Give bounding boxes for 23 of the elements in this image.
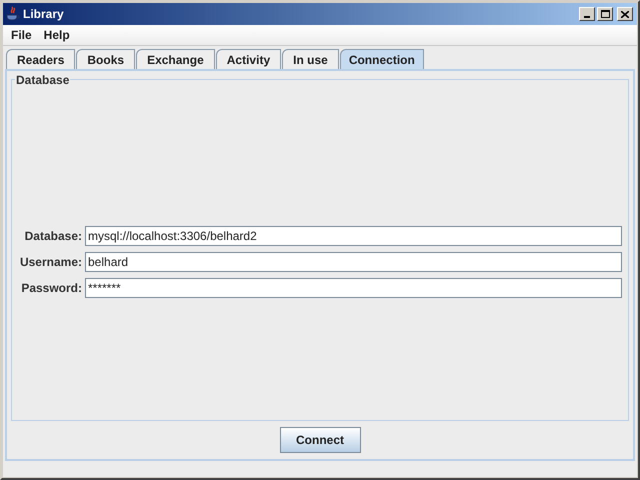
menu-item[interactable]: Help [38,26,76,44]
menu-item[interactable]: File [5,26,38,44]
input-field[interactable]: belhard [85,252,622,272]
tab[interactable]: Books [76,49,136,69]
connect-button[interactable]: Connect [280,427,360,453]
field-label: Database: [24,228,82,245]
coffee-cup-icon [6,6,20,22]
maximize-button[interactable] [597,7,613,21]
close-icon [621,10,629,18]
tab[interactable]: Readers [6,49,76,69]
field-label: Password: [20,280,82,297]
field-label: Username: [18,254,82,271]
minimize-button[interactable] [579,7,595,21]
minimize-icon [584,16,590,18]
tab[interactable]: In use [282,49,339,69]
tab[interactable]: Connection [340,49,424,70]
window-title: Library [23,6,65,23]
tab[interactable]: Activity [216,49,282,69]
tab[interactable]: Exchange [136,49,215,69]
input-field[interactable]: mysql://localhost:3306/belhard2 [85,226,622,246]
maximize-icon [600,10,610,18]
input-field[interactable]: ******* [85,278,622,298]
close-button[interactable] [617,7,633,21]
